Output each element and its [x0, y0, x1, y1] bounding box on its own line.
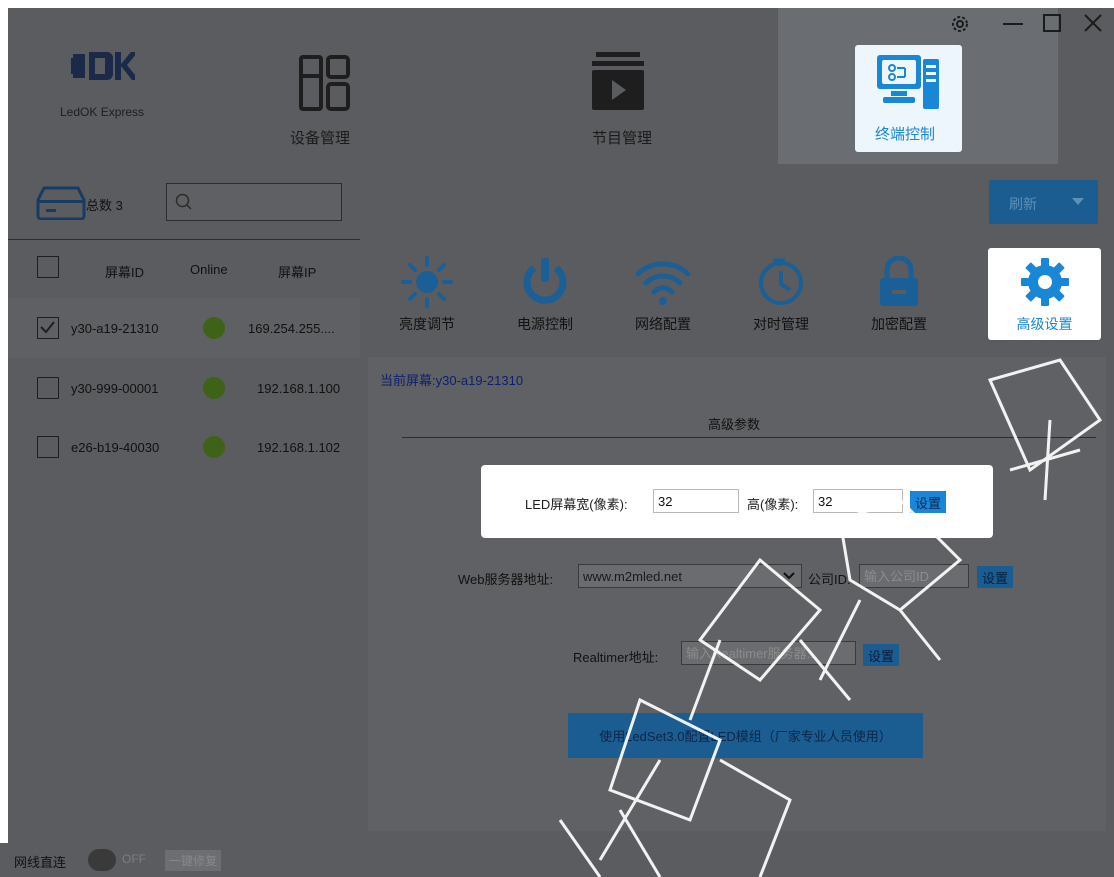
search-icon	[175, 193, 192, 210]
app-name: LedOK Express	[60, 105, 145, 119]
online-status-dot	[203, 377, 225, 399]
tool-label: 亮度调节	[399, 316, 455, 332]
program-management-icon	[592, 52, 644, 110]
ledset-config-button[interactable]: 使用LedSet3.0配置LED模组（厂家专业人员使用）	[568, 713, 923, 758]
tool-label: 对时管理	[753, 316, 809, 332]
tool-label: 电源控制	[517, 316, 573, 332]
toolbar-divider	[8, 239, 360, 240]
app-logo	[71, 52, 135, 80]
tab-program-management[interactable]: 节目管理	[548, 8, 698, 164]
terminal-control-icon	[877, 55, 939, 109]
direct-connect-label: 网线直连	[14, 855, 67, 870]
led-size-panel: LED屏幕宽(像素): 高(像素): 设置	[481, 465, 993, 538]
led-height-label: 高(像素):	[747, 497, 799, 512]
led-width-input[interactable]	[653, 489, 739, 513]
column-header-online[interactable]: Online	[190, 262, 228, 277]
screen-id: e26-b19-40030	[71, 440, 160, 455]
realtimer-label: Realtimer地址:	[573, 650, 659, 665]
settings-icon[interactable]	[950, 14, 970, 34]
direct-connect-toggle[interactable]	[88, 849, 116, 871]
total-count: 总数 3	[86, 198, 123, 213]
tool-encryption[interactable]: 加密配置	[840, 248, 958, 340]
tool-label: 加密配置	[871, 316, 927, 332]
screen-list-panel: 总数 3 屏幕ID Online 屏幕IP y30-a19-21310 169.…	[8, 164, 360, 843]
search-field[interactable]	[166, 183, 342, 221]
online-status-dot	[203, 436, 225, 458]
web-server-select[interactable]: www.m2mled.net	[578, 564, 802, 588]
table-row[interactable]: y30-999-00001 192.168.1.100	[8, 358, 360, 418]
tab-label: 节目管理	[592, 130, 653, 147]
online-status-dot	[203, 317, 225, 339]
row-checkbox[interactable]	[37, 377, 59, 399]
one-click-repair-button[interactable]: 一键修复	[165, 850, 222, 871]
section-title: 高级参数	[708, 417, 761, 432]
screen-id: y30-a19-21310	[71, 321, 159, 336]
company-set-button[interactable]: 设置	[977, 566, 1014, 588]
column-header-screen-ip[interactable]: 屏幕IP	[278, 262, 316, 281]
checkmark-icon	[40, 321, 55, 334]
refresh-button[interactable]: 刷新	[989, 180, 1098, 224]
toggle-state-text: OFF	[122, 852, 146, 866]
tool-time-sync[interactable]: 对时管理	[722, 248, 840, 340]
chevron-down-icon	[783, 572, 795, 580]
power-icon	[523, 258, 567, 304]
advanced-settings-content: 当前屏幕:y30-a19-21310 高级参数 Web服务器地址: www.m2…	[368, 357, 1106, 831]
tool-label: 高级设置	[1016, 316, 1073, 332]
tab-label: 设备管理	[290, 130, 351, 147]
tab-terminal-control[interactable]: 终端控制	[855, 45, 962, 152]
status-bar: 网线直连 OFF 一键修复	[0, 843, 1114, 877]
realtimer-input[interactable]	[681, 641, 856, 665]
column-header-screen-id[interactable]: 屏幕ID	[105, 262, 144, 281]
close-icon[interactable]	[1084, 14, 1102, 32]
gear-icon	[1020, 258, 1069, 306]
web-server-label: Web服务器地址:	[458, 572, 554, 587]
tab-label: 终端控制	[875, 126, 936, 143]
wifi-icon	[635, 261, 691, 305]
chevron-down-icon[interactable]	[1072, 198, 1084, 205]
table-row[interactable]: e26-b19-40030 192.168.1.102	[8, 417, 360, 477]
tab-device-management[interactable]: 设备管理	[238, 8, 388, 164]
row-checkbox-checked[interactable]	[37, 317, 59, 339]
lock-icon	[880, 256, 918, 306]
search-input[interactable]	[167, 184, 341, 220]
device-icon	[36, 186, 86, 220]
screen-ip: 192.168.1.102	[257, 440, 341, 455]
tool-brightness[interactable]: 亮度调节	[368, 248, 486, 340]
web-server-value: www.m2mled.net	[583, 569, 682, 584]
select-all-checkbox[interactable]	[37, 256, 59, 278]
section-divider	[402, 437, 1096, 438]
tool-label: 网络配置	[635, 316, 691, 332]
screen-ip: 192.168.1.100	[257, 381, 341, 396]
realtimer-set-button[interactable]: 设置	[863, 644, 900, 666]
device-management-icon	[299, 55, 350, 111]
brightness-icon	[401, 256, 453, 308]
company-id-input[interactable]	[859, 564, 969, 588]
screen-id: y30-999-00001	[71, 381, 159, 396]
led-width-label: LED屏幕宽(像素):	[525, 497, 628, 512]
refresh-label: 刷新	[1009, 196, 1037, 212]
row-checkbox[interactable]	[37, 436, 59, 458]
tool-advanced-settings[interactable]: 高级设置	[988, 248, 1101, 340]
minimize-icon[interactable]	[1003, 22, 1023, 26]
clock-sync-icon	[759, 258, 803, 305]
maximize-icon[interactable]	[1043, 14, 1061, 32]
screen-list-toolbar: 总数 3	[8, 164, 360, 240]
current-screen-label: 当前屏幕:y30-a19-21310	[380, 373, 524, 388]
screen-ip: 169.254.255....	[248, 321, 335, 336]
table-row[interactable]: y30-a19-21310 169.254.255....	[8, 298, 360, 358]
led-size-set-button[interactable]: 设置	[910, 491, 947, 513]
tool-network[interactable]: 网络配置	[604, 248, 722, 340]
led-height-input[interactable]	[813, 489, 903, 513]
company-id-label: 公司ID:	[808, 572, 851, 587]
tool-power[interactable]: 电源控制	[486, 248, 604, 340]
